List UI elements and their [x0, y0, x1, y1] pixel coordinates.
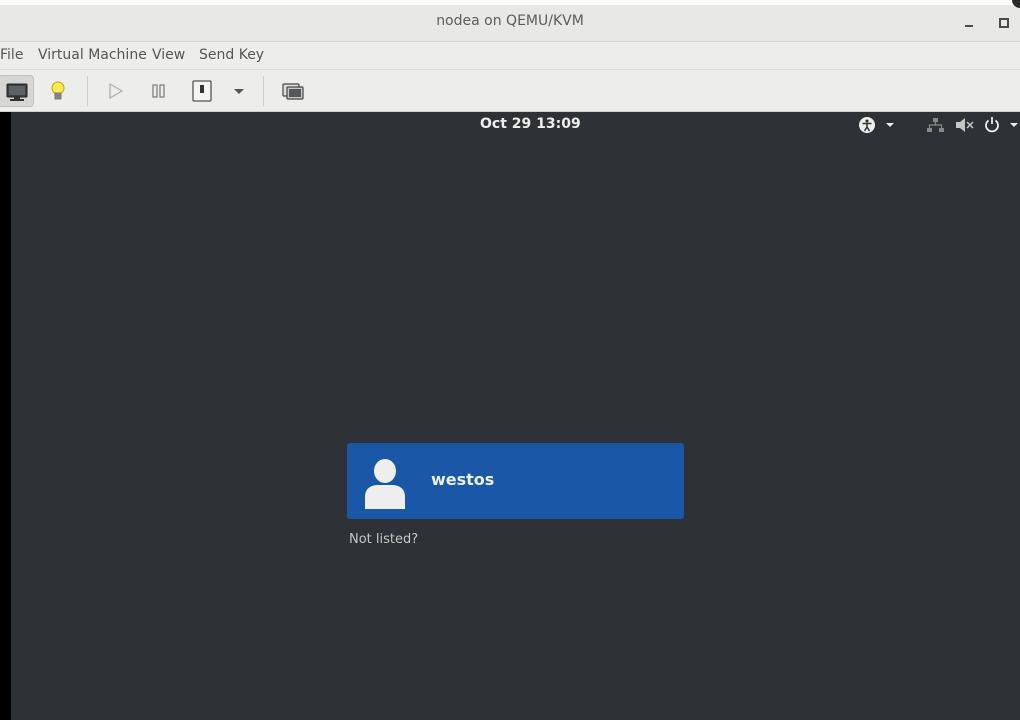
- maximize-button[interactable]: [996, 14, 1012, 30]
- power-off-icon: [985, 117, 1018, 133]
- power-menu[interactable]: [984, 116, 1020, 134]
- not-listed-link[interactable]: Not listed?: [349, 532, 418, 547]
- volume-muted-icon: [956, 118, 974, 132]
- display-border: [0, 112, 11, 720]
- power-icon: [192, 80, 212, 102]
- chevron-down-icon: [234, 89, 244, 94]
- pause-button[interactable]: [140, 75, 176, 107]
- menu-virtual-machine[interactable]: Virtual Machine: [38, 47, 147, 63]
- details-button[interactable]: [40, 75, 76, 107]
- snapshot-icon: [282, 83, 304, 100]
- shutdown-button[interactable]: [184, 75, 220, 107]
- accessibility-menu[interactable]: [858, 116, 898, 134]
- window-titlebar: nodea on QEMU/KVM: [0, 0, 1020, 42]
- shutdown-menu-button[interactable]: [224, 75, 254, 107]
- menu-send-key[interactable]: Send Key: [199, 47, 264, 63]
- volume-status[interactable]: [955, 116, 975, 134]
- user-card-westos[interactable]: westos: [347, 443, 684, 519]
- user-name: westos: [431, 470, 495, 489]
- network-icon: [927, 118, 944, 132]
- fullscreen-button[interactable]: [275, 75, 311, 107]
- user-avatar-icon: [365, 459, 405, 509]
- titlebar-highlight: [0, 0, 1020, 5]
- menubar: File Virtual Machine View Send Key: [0, 42, 1020, 70]
- network-status[interactable]: [926, 116, 944, 134]
- menu-file[interactable]: File: [0, 47, 23, 63]
- pause-icon: [152, 84, 165, 98]
- toolbar: [0, 70, 1020, 112]
- clock[interactable]: Oct 29 13:09: [480, 116, 581, 132]
- toolbar-separator: [263, 76, 264, 106]
- window-title: nodea on QEMU/KVM: [436, 13, 584, 29]
- console-button[interactable]: [0, 75, 34, 107]
- accessibility-icon: [859, 117, 894, 133]
- minimize-button[interactable]: [962, 14, 978, 30]
- console-monitor-icon: [6, 83, 28, 101]
- run-button[interactable]: [97, 75, 133, 107]
- lightbulb-icon: [51, 81, 65, 100]
- menu-view[interactable]: View: [152, 47, 185, 63]
- play-icon: [109, 82, 124, 100]
- toolbar-separator: [87, 76, 88, 106]
- window-corner: [1012, 0, 1020, 8]
- vm-display[interactable]: Oct 29 13:09 westos Not listed?: [0, 112, 1020, 720]
